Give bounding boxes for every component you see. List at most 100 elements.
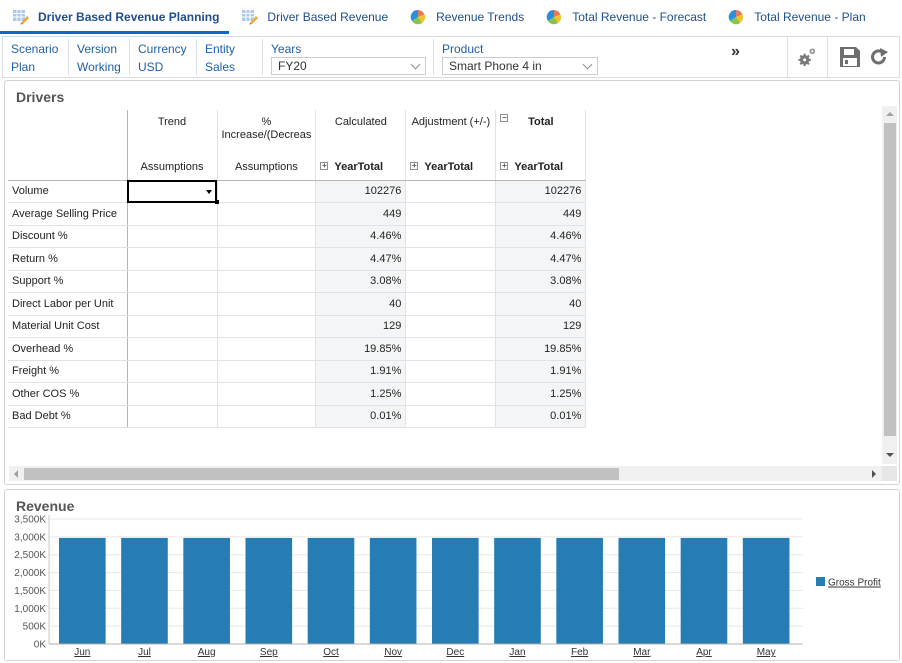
calculated-cell[interactable]: 449	[315, 202, 407, 226]
trend-cell[interactable]	[127, 180, 219, 204]
calculated-cell[interactable]: 1.25%	[315, 382, 407, 406]
trend-cell[interactable]	[127, 360, 218, 383]
bar-mar[interactable]	[618, 537, 666, 644]
x-tick-label[interactable]: Jan	[509, 647, 525, 658]
bar-jan[interactable]	[494, 537, 541, 644]
tab-revenue-trends[interactable]: Revenue Trends	[398, 0, 534, 34]
adjustment-cell[interactable]	[405, 405, 497, 428]
bar-sep[interactable]	[245, 537, 293, 644]
actions-button[interactable]	[787, 37, 827, 77]
scroll-right-icon[interactable]	[872, 470, 876, 478]
x-tick-label[interactable]: Feb	[571, 647, 589, 658]
expand-icon[interactable]: +	[410, 161, 419, 170]
total-cell[interactable]: 40	[495, 292, 587, 316]
total-cell[interactable]: 1.91%	[495, 360, 587, 383]
fill-handle[interactable]	[214, 200, 219, 204]
trend-cell[interactable]	[127, 292, 218, 316]
calculated-cell[interactable]: 0.01%	[315, 405, 407, 428]
tab-driver-based-revenue[interactable]: Driver Based Revenue	[229, 0, 398, 34]
trend-cell[interactable]	[127, 315, 218, 338]
vertical-scroll-thumb[interactable]	[884, 123, 896, 436]
save-icon[interactable]	[839, 46, 861, 68]
total-cell[interactable]: 102276	[495, 180, 587, 203]
adjustment-cell[interactable]	[405, 315, 497, 338]
x-tick-label[interactable]: Mar	[633, 647, 651, 658]
trend-cell[interactable]	[127, 225, 218, 248]
more-pov-button[interactable]: »	[731, 43, 740, 61]
total-cell[interactable]: 129	[495, 315, 587, 338]
x-tick-label[interactable]: Sep	[260, 647, 278, 658]
pct-cell[interactable]	[217, 360, 317, 383]
x-tick-label[interactable]: May	[757, 647, 776, 658]
bar-jun[interactable]	[59, 537, 106, 644]
pov-version-value[interactable]: Working	[77, 58, 121, 76]
subheader-calculated[interactable]: + YearTotal	[315, 154, 407, 181]
pct-cell[interactable]	[217, 247, 317, 271]
bar-feb[interactable]	[556, 537, 603, 644]
calculated-cell[interactable]: 1.91%	[315, 360, 407, 383]
pct-cell[interactable]	[217, 270, 317, 293]
adjustment-cell[interactable]	[405, 202, 497, 226]
trend-cell[interactable]	[127, 382, 218, 406]
total-cell[interactable]: 1.25%	[495, 382, 587, 406]
x-tick-label[interactable]: Aug	[198, 647, 216, 658]
pct-cell[interactable]	[217, 405, 317, 428]
total-cell[interactable]: 449	[495, 202, 587, 226]
trend-cell[interactable]	[127, 270, 218, 293]
total-cell[interactable]: 0.01%	[495, 405, 587, 428]
expand-icon[interactable]: +	[500, 161, 509, 170]
adjustment-cell[interactable]	[405, 292, 497, 316]
pov-scenario-value[interactable]: Plan	[11, 58, 60, 76]
pct-cell[interactable]	[217, 337, 317, 361]
pct-cell[interactable]	[217, 225, 317, 248]
trend-cell[interactable]	[127, 247, 218, 271]
trend-cell[interactable]	[127, 405, 218, 428]
scroll-left-icon[interactable]	[14, 470, 18, 478]
calculated-cell[interactable]: 3.08%	[315, 270, 407, 293]
total-cell[interactable]: 4.46%	[495, 225, 587, 248]
x-tick-label[interactable]: Oct	[323, 647, 339, 658]
subheader-adjustment[interactable]: + YearTotal	[405, 154, 497, 181]
dropdown-arrow-icon[interactable]	[205, 189, 212, 194]
pov-currency[interactable]: Currency USD	[130, 39, 197, 75]
bar-dec[interactable]	[432, 537, 479, 644]
adjustment-cell[interactable]	[405, 247, 497, 271]
collapse-icon[interactable]: −	[500, 114, 509, 122]
calculated-cell[interactable]: 102276	[315, 180, 407, 203]
years-select[interactable]: FY20	[271, 57, 426, 75]
bar-nov[interactable]	[369, 537, 417, 644]
trend-cell[interactable]	[127, 337, 218, 361]
x-tick-label[interactable]: Jun	[74, 647, 90, 658]
refresh-icon[interactable]	[869, 47, 889, 67]
calculated-cell[interactable]: 129	[315, 315, 407, 338]
pct-cell[interactable]	[217, 382, 317, 406]
adjustment-cell[interactable]	[405, 360, 497, 383]
expand-icon[interactable]: +	[320, 161, 329, 170]
adjustment-cell[interactable]	[405, 337, 497, 361]
legend-label[interactable]: Gross Profit	[828, 578, 881, 589]
horizontal-scrollbar[interactable]	[9, 466, 882, 481]
adjustment-cell[interactable]	[405, 382, 497, 406]
tab-total-revenue-forecast[interactable]: Total Revenue - Forecast	[534, 0, 716, 34]
total-cell[interactable]: 3.08%	[495, 270, 587, 293]
total-cell[interactable]: 4.47%	[495, 247, 587, 271]
total-cell[interactable]: 19.85%	[495, 337, 587, 361]
vertical-scrollbar[interactable]	[882, 106, 897, 464]
adjustment-cell[interactable]	[405, 180, 497, 203]
subheader-total[interactable]: + YearTotal	[495, 154, 587, 181]
adjustment-cell[interactable]	[405, 225, 497, 248]
horizontal-scroll-thumb[interactable]	[24, 468, 619, 480]
calculated-cell[interactable]: 4.47%	[315, 247, 407, 271]
calculated-cell[interactable]: 40	[315, 292, 407, 316]
calculated-cell[interactable]: 19.85%	[315, 337, 407, 361]
pov-version[interactable]: Version Working	[69, 39, 130, 75]
pct-cell[interactable]	[217, 180, 317, 203]
x-tick-label[interactable]: Dec	[446, 647, 464, 658]
trend-cell[interactable]	[127, 202, 218, 226]
x-tick-label[interactable]: Jul	[138, 647, 151, 658]
scroll-up-icon[interactable]	[886, 112, 894, 116]
scroll-down-icon[interactable]	[886, 453, 894, 457]
tab-total-revenue-plan[interactable]: Total Revenue - Plan	[716, 0, 875, 34]
col-header-total[interactable]: − Total	[495, 110, 587, 154]
bar-may[interactable]	[742, 537, 790, 644]
